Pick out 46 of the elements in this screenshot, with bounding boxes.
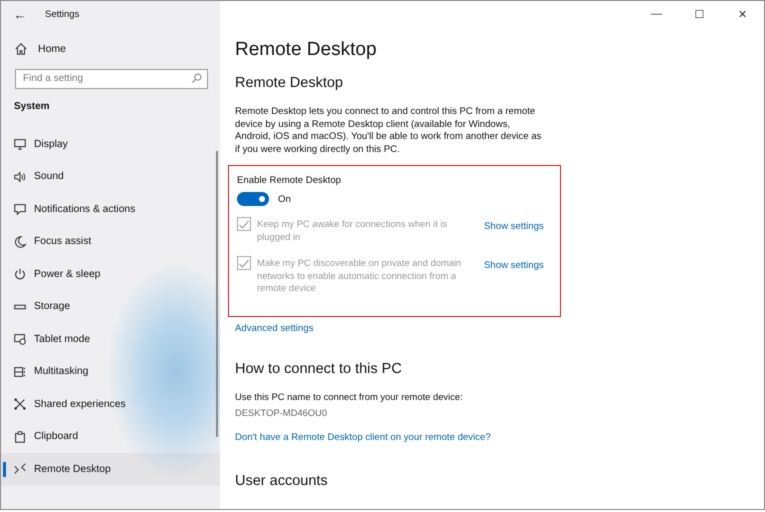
section-heading: System bbox=[14, 101, 51, 112]
nav-item[interactable]: Notifications & actions bbox=[1, 193, 220, 226]
section-title: User accounts bbox=[235, 473, 329, 489]
toggle-state-text: On bbox=[278, 194, 291, 204]
nav-item[interactable]: Power & sleep bbox=[1, 258, 220, 290]
minimize-button[interactable]: — bbox=[635, 1, 678, 27]
description-text: Remote Desktop lets you connect to and control this PC from a remote device by using a Remote Desktop client (available for Windows, Android, iOS and macOS). You'll be able to work from another device as if you were working directly on this PC. bbox=[235, 106, 542, 156]
nav-item[interactable]: Clipboard bbox=[1, 420, 220, 453]
maximize-button[interactable]: ☐ bbox=[678, 1, 721, 27]
network-icon bbox=[13, 397, 27, 412]
nav-item[interactable]: Sound bbox=[1, 160, 220, 193]
home-icon bbox=[14, 42, 28, 56]
scrollbar[interactable] bbox=[216, 151, 218, 437]
speech-bubble-icon bbox=[13, 202, 27, 216]
nav-item[interactable]: Shared experiences bbox=[1, 388, 220, 420]
nav-item[interactable]: Multitasking bbox=[1, 356, 220, 388]
search-icon bbox=[191, 72, 202, 84]
nav-item[interactable]: Tablet mode bbox=[1, 323, 220, 356]
monitor-icon bbox=[13, 137, 27, 152]
back-button[interactable]: ← bbox=[12, 6, 28, 22]
advanced-settings-link[interactable]: Advanced settings bbox=[235, 323, 764, 334]
nav-item[interactable]: Display bbox=[1, 128, 220, 160]
clipboard-icon bbox=[13, 430, 27, 444]
instruction-text: Use this PC name to connect from your remote device: bbox=[235, 391, 464, 402]
pc-name-text: DESKTOP-MD46OU0 bbox=[235, 407, 328, 418]
checkbox-label: Make my PC discoverable on private and domain networks to enable automatic connection from a remote device bbox=[257, 257, 462, 294]
remote-desktop-icon bbox=[13, 462, 27, 476]
toggle-switch[interactable] bbox=[237, 192, 269, 206]
nav-item[interactable]: Focus assist bbox=[1, 226, 220, 258]
power-icon bbox=[13, 267, 27, 282]
page-title: Remote Desktop bbox=[235, 39, 378, 61]
toggle-label: Enable Remote Desktop bbox=[237, 175, 342, 186]
nav-item[interactable]: Remote Desktop bbox=[1, 453, 220, 486]
multitasking-icon bbox=[13, 364, 27, 379]
section-title: How to connect to this PC bbox=[235, 361, 403, 377]
client-help-link[interactable]: Don't have a Remote Desktop client on your remote device? bbox=[235, 432, 764, 443]
home-nav-item[interactable]: Home bbox=[14, 39, 66, 59]
nav-item[interactable]: Storage bbox=[1, 290, 220, 323]
tablet-icon bbox=[13, 332, 27, 346]
window-title: Settings bbox=[45, 8, 80, 20]
speaker-icon bbox=[13, 170, 27, 184]
moon-icon bbox=[13, 234, 27, 249]
search-field[interactable]: Find a setting bbox=[15, 68, 208, 88]
section-title: Remote Desktop bbox=[235, 75, 344, 91]
checkbox-label: Keep my PC awake for connections when it is plugged in bbox=[257, 218, 448, 243]
close-button[interactable]: ✕ bbox=[721, 1, 764, 27]
